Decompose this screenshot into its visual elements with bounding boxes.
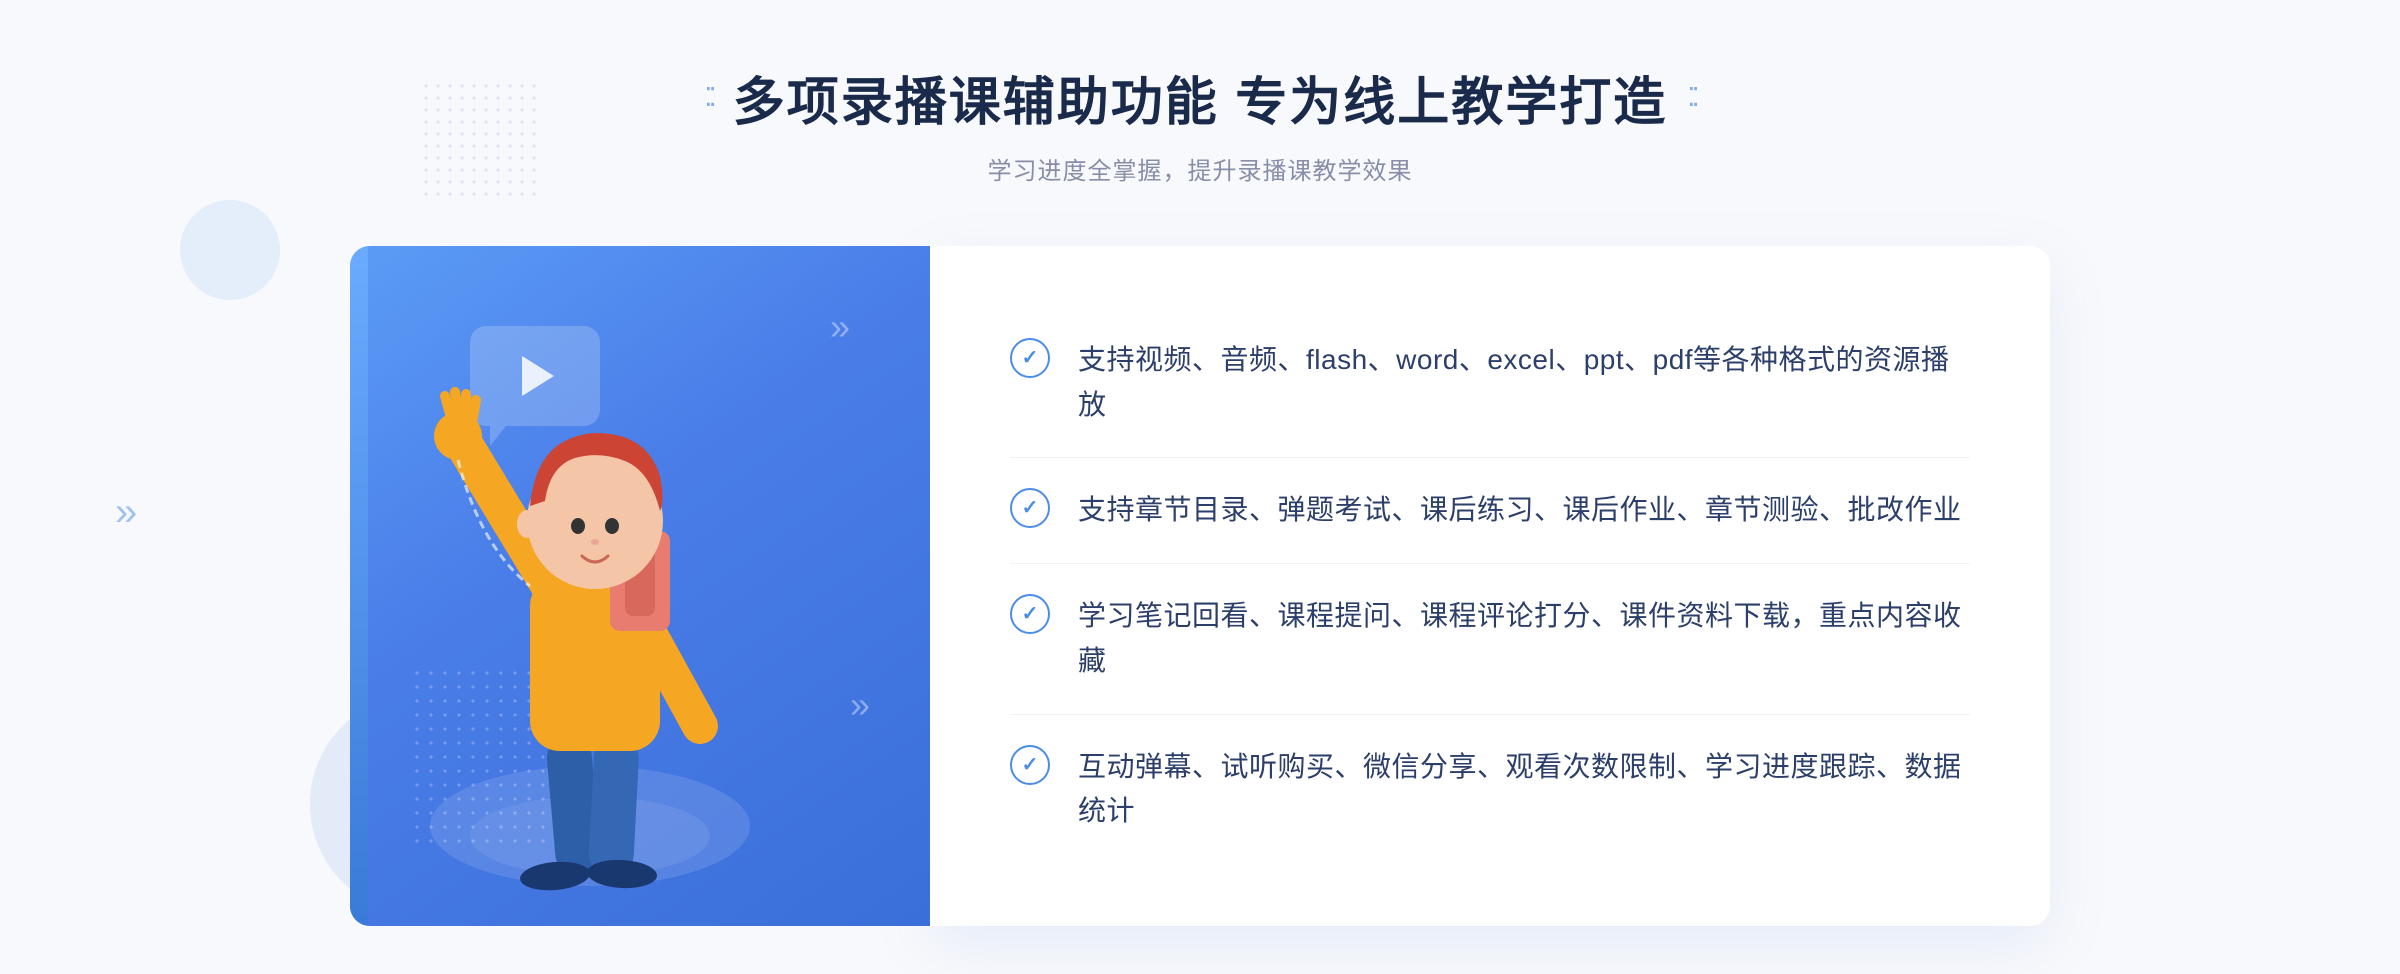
title-dots-right: ⁚⁚ [1687,82,1696,113]
sub-title: 学习进度全掌握，提升录播课教学效果 [704,151,1696,186]
feature-item-3: ✓ 学习笔记回看、课程提问、课程评论打分、课件资料下载，重点内容收藏 [1010,564,1970,715]
feature-item-2: ✓ 支持章节目录、弹题考试、课后练习、课后作业、章节测验、批改作业 [1010,458,1970,564]
title-row: ⁚⁚ 多项录播课辅助功能 专为线上教学打造 ⁚⁚ [704,60,1696,135]
feature-item-1: ✓ 支持视频、音频、flash、word、excel、ppt、pdf等各种格式的… [1010,308,1970,459]
check-circle-4: ✓ [1010,745,1050,785]
check-mark-1: ✓ [1022,348,1039,368]
feature-text-2: 支持章节目录、弹题考试、课后练习、课后作业、章节测验、批改作业 [1078,488,1962,533]
check-mark-2: ✓ [1022,498,1039,518]
panel-arrow-top: » [830,306,850,348]
check-mark-4: ✓ [1022,755,1039,775]
feature-text-4: 互动弹幕、试听购买、微信分享、观看次数限制、学习进度跟踪、数据统计 [1078,745,1970,835]
person-illustration [390,346,890,926]
title-dots-left: ⁚⁚ [704,82,713,113]
arrow-decoration-left: » [115,490,137,535]
right-panel: ✓ 支持视频、音频、flash、word、excel、ppt、pdf等各种格式的… [930,246,2050,926]
header-section: ⁚⁚ 多项录播课辅助功能 专为线上教学打造 ⁚⁚ 学习进度全掌握，提升录播课教学… [704,60,1696,186]
check-circle-2: ✓ [1010,488,1050,528]
check-circle-3: ✓ [1010,594,1050,634]
main-title: 多项录播课辅助功能 专为线上教学打造 [733,60,1667,135]
page-container: » ⁚⁚ 多项录播课辅助功能 专为线上教学打造 ⁚⁚ 学习进度全掌握，提升录播课… [0,0,2400,974]
check-circle-1: ✓ [1010,338,1050,378]
circle-decoration-small [180,200,280,300]
vertical-bar [350,246,368,926]
left-panel: » » [350,246,930,926]
dots-decoration-top-left [420,80,540,200]
feature-text-3: 学习笔记回看、课程提问、课程评论打分、课件资料下载，重点内容收藏 [1078,594,1970,684]
check-mark-3: ✓ [1022,604,1039,624]
feature-text-1: 支持视频、音频、flash、word、excel、ppt、pdf等各种格式的资源… [1078,338,1970,428]
feature-item-4: ✓ 互动弹幕、试听购买、微信分享、观看次数限制、学习进度跟踪、数据统计 [1010,715,1970,865]
content-area: » » [350,246,2050,926]
